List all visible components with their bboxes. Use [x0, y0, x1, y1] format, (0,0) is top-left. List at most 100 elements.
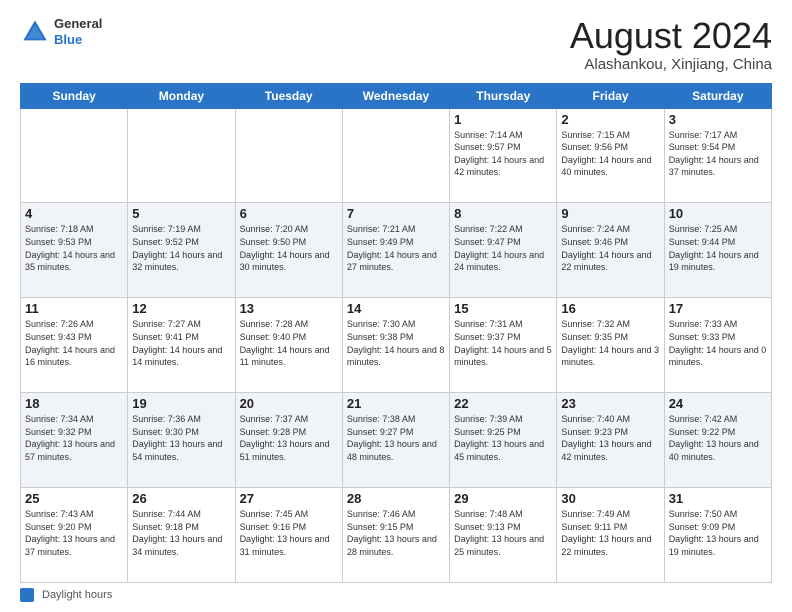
day-info: Sunrise: 7:38 AM Sunset: 9:27 PM Dayligh…	[347, 413, 445, 463]
week-row-5: 25 Sunrise: 7:43 AM Sunset: 9:20 PM Dayli…	[21, 488, 772, 583]
day-number: 12	[132, 301, 230, 316]
calendar-cell	[235, 108, 342, 203]
day-info: Sunrise: 7:27 AM Sunset: 9:41 PM Dayligh…	[132, 318, 230, 368]
day-number: 20	[240, 396, 338, 411]
weekday-header-sunday: Sunday	[21, 83, 128, 108]
day-number: 13	[240, 301, 338, 316]
calendar-cell: 15 Sunrise: 7:31 AM Sunset: 9:37 PM Dayli…	[450, 298, 557, 393]
day-number: 9	[561, 206, 659, 221]
location-subtitle: Alashankou, Xinjiang, China	[570, 56, 772, 73]
day-info: Sunrise: 7:22 AM Sunset: 9:47 PM Dayligh…	[454, 223, 552, 273]
day-number: 24	[669, 396, 767, 411]
calendar-cell: 31Sunrise: 7:50 AM Sunset: 9:09 PM Dayli…	[664, 488, 771, 583]
calendar-cell	[342, 108, 449, 203]
day-number: 6	[240, 206, 338, 221]
weekday-header-tuesday: Tuesday	[235, 83, 342, 108]
day-number: 14	[347, 301, 445, 316]
day-number: 26	[132, 491, 230, 506]
calendar-cell: 25 Sunrise: 7:43 AM Sunset: 9:20 PM Dayli…	[21, 488, 128, 583]
calendar-cell: 2 Sunrise: 7:15 AM Sunset: 9:56 PM Daylig…	[557, 108, 664, 203]
day-info: Sunrise: 7:20 AM Sunset: 9:50 PM Dayligh…	[240, 223, 338, 273]
day-number: 17	[669, 301, 767, 316]
calendar-cell: 5 Sunrise: 7:19 AM Sunset: 9:52 PM Daylig…	[128, 203, 235, 298]
calendar-cell: 30 Sunrise: 7:49 AM Sunset: 9:11 PM Dayli…	[557, 488, 664, 583]
day-info: Sunrise: 7:28 AM Sunset: 9:40 PM Dayligh…	[240, 318, 338, 368]
day-number: 19	[132, 396, 230, 411]
day-info: Sunrise: 7:17 AM Sunset: 9:54 PM Dayligh…	[669, 129, 767, 179]
day-number: 31	[669, 491, 767, 506]
day-number: 2	[561, 112, 659, 127]
calendar-cell: 14 Sunrise: 7:30 AM Sunset: 9:38 PM Dayli…	[342, 298, 449, 393]
day-info: Sunrise: 7:14 AM Sunset: 9:57 PM Dayligh…	[454, 129, 552, 179]
day-info: Sunrise: 7:30 AM Sunset: 9:38 PM Dayligh…	[347, 318, 445, 368]
day-info: Sunrise: 7:40 AM Sunset: 9:23 PM Dayligh…	[561, 413, 659, 463]
header: General Blue August 2024 Alashankou, Xin…	[20, 16, 772, 73]
week-row-3: 11 Sunrise: 7:26 AM Sunset: 9:43 PM Dayli…	[21, 298, 772, 393]
day-number: 15	[454, 301, 552, 316]
day-number: 10	[669, 206, 767, 221]
calendar-cell: 12 Sunrise: 7:27 AM Sunset: 9:41 PM Dayli…	[128, 298, 235, 393]
page: General Blue August 2024 Alashankou, Xin…	[0, 0, 792, 612]
day-number: 3	[669, 112, 767, 127]
calendar-cell: 9 Sunrise: 7:24 AM Sunset: 9:46 PM Daylig…	[557, 203, 664, 298]
day-number: 1	[454, 112, 552, 127]
logo-blue: Blue	[54, 32, 102, 48]
day-info: Sunrise: 7:43 AM Sunset: 9:20 PM Dayligh…	[25, 508, 123, 558]
day-info: Sunrise: 7:48 AM Sunset: 9:13 PM Dayligh…	[454, 508, 552, 558]
weekday-header-friday: Friday	[557, 83, 664, 108]
logo: General Blue	[20, 16, 102, 47]
month-year-title: August 2024	[570, 16, 772, 56]
day-info: Sunrise: 7:49 AM Sunset: 9:11 PM Dayligh…	[561, 508, 659, 558]
day-number: 22	[454, 396, 552, 411]
day-info: Sunrise: 7:42 AM Sunset: 9:22 PM Dayligh…	[669, 413, 767, 463]
day-info: Sunrise: 7:34 AM Sunset: 9:32 PM Dayligh…	[25, 413, 123, 463]
day-number: 25	[25, 491, 123, 506]
day-info: Sunrise: 7:33 AM Sunset: 9:33 PM Dayligh…	[669, 318, 767, 368]
day-info: Sunrise: 7:26 AM Sunset: 9:43 PM Dayligh…	[25, 318, 123, 368]
calendar-cell: 7 Sunrise: 7:21 AM Sunset: 9:49 PM Daylig…	[342, 203, 449, 298]
day-info: Sunrise: 7:15 AM Sunset: 9:56 PM Dayligh…	[561, 129, 659, 179]
logo-text: General Blue	[54, 16, 102, 47]
day-number: 23	[561, 396, 659, 411]
day-info: Sunrise: 7:19 AM Sunset: 9:52 PM Dayligh…	[132, 223, 230, 273]
day-number: 7	[347, 206, 445, 221]
day-number: 29	[454, 491, 552, 506]
calendar-cell: 20Sunrise: 7:37 AM Sunset: 9:28 PM Dayli…	[235, 393, 342, 488]
weekday-header-row: SundayMondayTuesdayWednesdayThursdayFrid…	[21, 83, 772, 108]
day-number: 11	[25, 301, 123, 316]
day-info: Sunrise: 7:24 AM Sunset: 9:46 PM Dayligh…	[561, 223, 659, 273]
day-info: Sunrise: 7:18 AM Sunset: 9:53 PM Dayligh…	[25, 223, 123, 273]
calendar-cell: 28Sunrise: 7:46 AM Sunset: 9:15 PM Dayli…	[342, 488, 449, 583]
logo-icon	[20, 17, 50, 47]
day-number: 18	[25, 396, 123, 411]
calendar-cell: 29 Sunrise: 7:48 AM Sunset: 9:13 PM Dayli…	[450, 488, 557, 583]
calendar-cell: 22Sunrise: 7:39 AM Sunset: 9:25 PM Dayli…	[450, 393, 557, 488]
calendar-cell: 13 Sunrise: 7:28 AM Sunset: 9:40 PM Dayli…	[235, 298, 342, 393]
calendar-cell: 18 Sunrise: 7:34 AM Sunset: 9:32 PM Dayli…	[21, 393, 128, 488]
calendar-body: 1 Sunrise: 7:14 AM Sunset: 9:57 PM Daylig…	[21, 108, 772, 582]
weekday-header-thursday: Thursday	[450, 83, 557, 108]
day-number: 30	[561, 491, 659, 506]
calendar-cell: 1 Sunrise: 7:14 AM Sunset: 9:57 PM Daylig…	[450, 108, 557, 203]
day-number: 5	[132, 206, 230, 221]
footer: Daylight hours	[20, 588, 772, 602]
day-number: 8	[454, 206, 552, 221]
logo-general: General	[54, 16, 102, 32]
day-info: Sunrise: 7:31 AM Sunset: 9:37 PM Dayligh…	[454, 318, 552, 368]
week-row-1: 1 Sunrise: 7:14 AM Sunset: 9:57 PM Daylig…	[21, 108, 772, 203]
day-info: Sunrise: 7:21 AM Sunset: 9:49 PM Dayligh…	[347, 223, 445, 273]
weekday-header-saturday: Saturday	[664, 83, 771, 108]
calendar-table: SundayMondayTuesdayWednesdayThursdayFrid…	[20, 83, 772, 583]
calendar-cell	[21, 108, 128, 203]
calendar-header: SundayMondayTuesdayWednesdayThursdayFrid…	[21, 83, 772, 108]
calendar-cell: 6 Sunrise: 7:20 AM Sunset: 9:50 PM Daylig…	[235, 203, 342, 298]
calendar-cell: 3 Sunrise: 7:17 AM Sunset: 9:54 PM Daylig…	[664, 108, 771, 203]
weekday-header-monday: Monday	[128, 83, 235, 108]
day-number: 16	[561, 301, 659, 316]
day-info: Sunrise: 7:36 AM Sunset: 9:30 PM Dayligh…	[132, 413, 230, 463]
daylight-swatch	[20, 588, 34, 602]
day-info: Sunrise: 7:46 AM Sunset: 9:15 PM Dayligh…	[347, 508, 445, 558]
day-number: 4	[25, 206, 123, 221]
week-row-2: 4 Sunrise: 7:18 AM Sunset: 9:53 PM Daylig…	[21, 203, 772, 298]
calendar-cell: 10Sunrise: 7:25 AM Sunset: 9:44 PM Dayli…	[664, 203, 771, 298]
